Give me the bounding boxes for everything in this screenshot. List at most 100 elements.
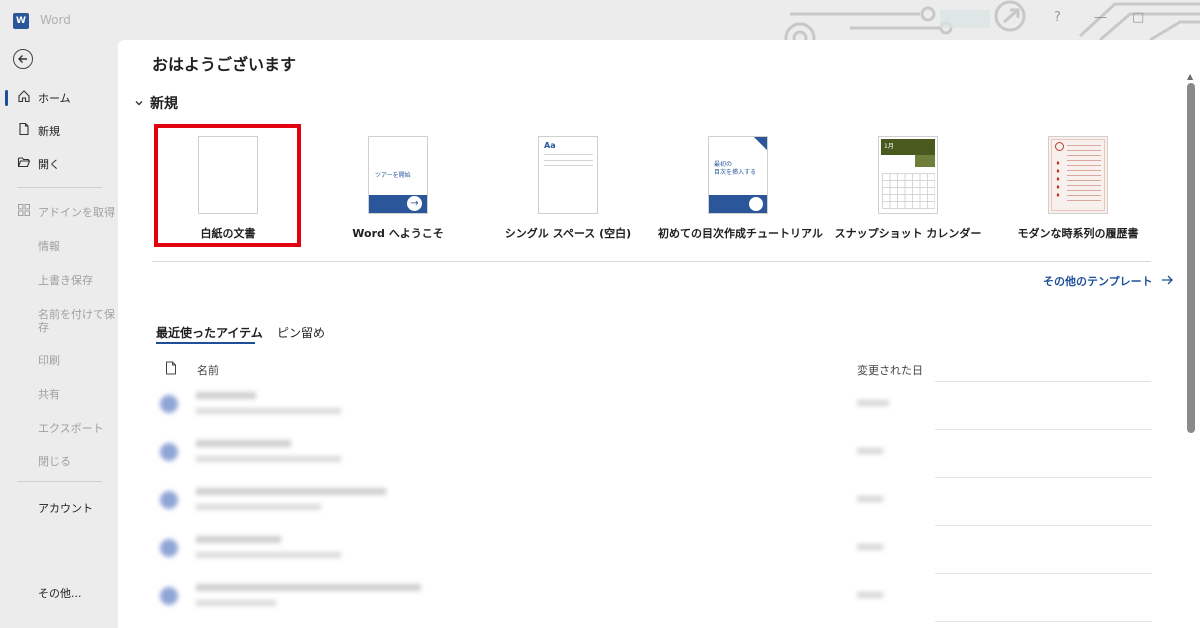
template-welcome-to-word[interactable]: ツアーを開始 → Word へようこそ: [318, 136, 478, 246]
new-section-title: 新規: [150, 96, 178, 112]
word-app-icon: W: [13, 13, 29, 29]
back-button[interactable]: [13, 49, 33, 69]
template-thumbnail: 1月: [878, 136, 938, 214]
template-name: シングル スペース (空白): [504, 227, 632, 240]
column-header-modified[interactable]: 変更された日: [857, 362, 923, 378]
new-doc-icon: [19, 122, 29, 136]
sidebar-item-label: 新規: [38, 125, 60, 138]
chevron-down-icon: [135, 101, 143, 106]
sidebar-divider: [17, 187, 102, 188]
column-header-name[interactable]: 名前: [197, 362, 219, 378]
document-icon: [160, 395, 178, 413]
blurred-text: [196, 488, 386, 495]
thumb-corner-ribbon: [750, 137, 767, 155]
blurred-text: [857, 400, 889, 406]
row-divider: [935, 621, 1152, 622]
sidebar-item-save-as[interactable]: 名前を付けて保: [38, 306, 115, 322]
template-thumbnail: Aa: [538, 136, 598, 214]
thumb-resume-dots: [1055, 159, 1061, 199]
sidebar-item-label: 開く: [38, 158, 60, 171]
main-panel: おはようございます 新規 白紙の文書 ツアーを開始 → Word へようこそ A…: [118, 40, 1200, 628]
table-row[interactable]: [152, 478, 1152, 526]
template-snapshot-calendar[interactable]: 1月 スナップショット カレンダー: [828, 136, 988, 246]
addins-grid-icon: [18, 204, 30, 216]
document-icon: [160, 539, 178, 557]
backstage-sidebar: ホーム 新規 開く アドインを取得 情報 上書き保存 名前を付けて保 存 印刷 …: [0, 40, 118, 628]
sidebar-item-export[interactable]: エクスポート: [38, 420, 104, 436]
more-templates-link[interactable]: その他のテンプレート: [1043, 273, 1173, 289]
active-tab-underline: [156, 342, 255, 344]
sidebar-item-save-as-wrap: 存: [38, 321, 49, 334]
highlight-box: [154, 124, 301, 247]
thumb-tour-text: ツアーを開始: [375, 172, 411, 179]
template-single-spaced[interactable]: Aa シングル スペース (空白): [488, 136, 648, 246]
blurred-text: [196, 536, 281, 543]
blurred-text: [857, 544, 883, 550]
sidebar-item-get-addins[interactable]: アドインを取得: [0, 196, 118, 226]
home-icon: [18, 90, 30, 103]
template-name: Word へようこそ: [352, 227, 444, 240]
sidebar-item-save[interactable]: 上書き保存: [38, 272, 93, 288]
tab-pinned[interactable]: ピン留め: [277, 324, 325, 341]
template-name: モダンな時系列の履歴書: [1017, 227, 1139, 240]
document-icon: [160, 491, 178, 509]
thumb-aa-text: Aa: [544, 141, 556, 150]
sidebar-item-open[interactable]: 開く: [0, 148, 118, 178]
active-indicator: [5, 90, 8, 106]
blurred-text: [857, 448, 883, 454]
folder-open-icon: [17, 157, 31, 168]
table-row[interactable]: [152, 430, 1152, 478]
table-row[interactable]: [152, 526, 1152, 574]
sidebar-item-label: アドインを取得: [38, 206, 115, 219]
blurred-text: [196, 504, 321, 510]
new-section-header[interactable]: 新規: [134, 93, 178, 113]
title-bar: W Word ? — □: [0, 0, 1200, 40]
template-thumbnail: 最初の 目次を挿入する: [708, 136, 768, 214]
template-name: スナップショット カレンダー: [834, 227, 982, 240]
template-modern-resume[interactable]: モダンな時系列の履歴書: [998, 136, 1158, 246]
vertical-scrollbar-thumb[interactable]: [1187, 83, 1195, 433]
document-icon: [160, 443, 178, 461]
sidebar-item-account[interactable]: アカウント: [38, 500, 93, 516]
template-thumbnail: ツアーを開始 →: [368, 136, 428, 214]
table-row[interactable]: [152, 574, 1152, 622]
sidebar-item-info[interactable]: 情報: [38, 238, 60, 254]
file-icon: [166, 361, 176, 375]
document-badge-icon: [749, 197, 763, 211]
arrow-right-icon: →: [407, 196, 422, 211]
scroll-up-arrow-icon[interactable]: ▲: [1187, 72, 1193, 81]
sidebar-item-home[interactable]: ホーム: [0, 82, 118, 112]
blurred-text: [196, 392, 256, 399]
blurred-text: [857, 592, 883, 598]
more-templates-label: その他のテンプレート: [1043, 275, 1153, 288]
back-arrow-icon: [18, 55, 27, 63]
sidebar-item-close[interactable]: 閉じる: [38, 453, 71, 469]
sidebar-item-more[interactable]: その他...: [38, 585, 82, 601]
blurred-text: [196, 552, 341, 558]
sidebar-item-label: ホーム: [38, 92, 71, 105]
thumb-calendar-grid: [882, 173, 935, 209]
sidebar-item-print[interactable]: 印刷: [38, 352, 60, 368]
blurred-text: [196, 600, 276, 606]
sidebar-item-share[interactable]: 共有: [38, 386, 60, 402]
arrow-right-icon: [1161, 275, 1173, 285]
thumb-resume-circle: [1055, 142, 1064, 151]
blurred-text: [857, 496, 883, 502]
thumb-month-text: 1月: [884, 143, 894, 150]
help-button[interactable]: ?: [1054, 10, 1061, 25]
table-row[interactable]: [152, 382, 1152, 430]
minimize-button[interactable]: —: [1094, 10, 1107, 25]
maximize-button[interactable]: □: [1132, 10, 1144, 25]
tab-recent[interactable]: 最近使ったアイテム: [156, 324, 263, 341]
blurred-text: [196, 456, 341, 462]
blurred-text: [196, 584, 421, 591]
section-divider: [152, 261, 1151, 262]
document-icon: [160, 587, 178, 605]
thumb-resume-lines: [1067, 145, 1101, 201]
sidebar-divider: [17, 481, 102, 482]
blurred-text: [196, 440, 291, 447]
app-title: Word: [40, 13, 71, 27]
sidebar-item-new[interactable]: 新規: [0, 115, 118, 145]
template-name: 初めての目次作成チュートリアル: [658, 227, 823, 240]
template-toc-tutorial[interactable]: 最初の 目次を挿入する 初めての目次作成チュートリアル: [658, 136, 823, 246]
